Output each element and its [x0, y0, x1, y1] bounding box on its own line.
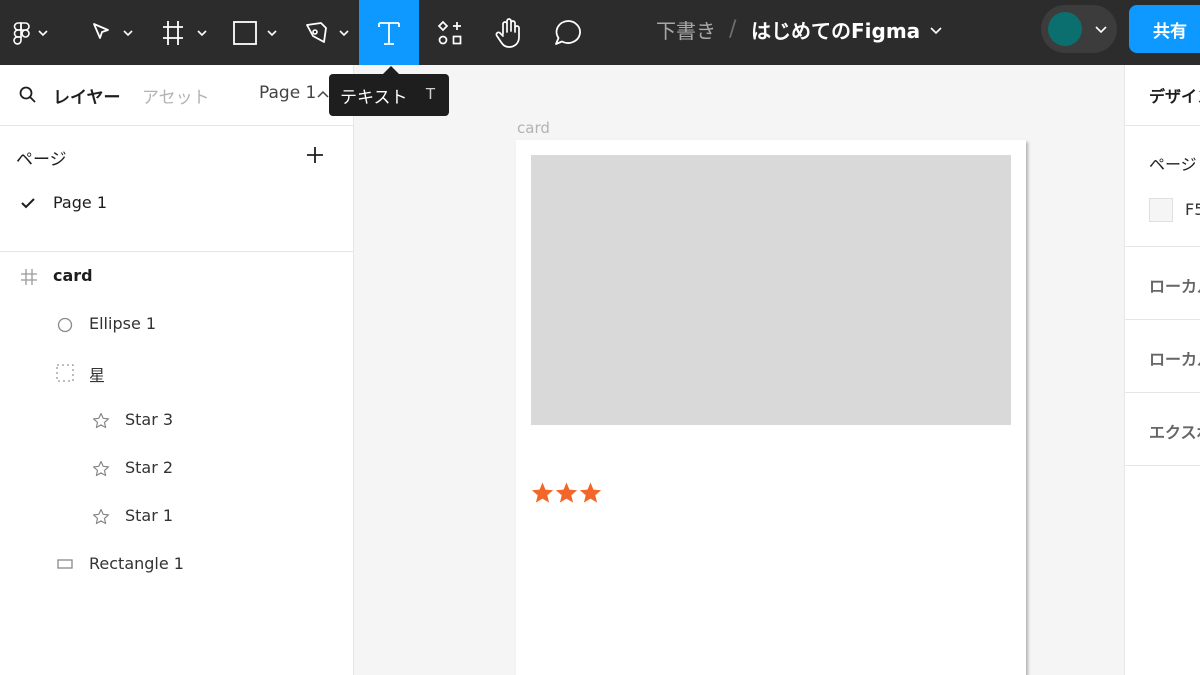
text-icon	[378, 21, 400, 45]
hand-tool-button[interactable]	[488, 0, 530, 65]
tooltip: テキスト T	[329, 66, 449, 116]
layer-row-card[interactable]: card	[0, 256, 353, 296]
page-selector[interactable]: Page 1	[259, 83, 316, 103]
share-button[interactable]: 共有	[1129, 5, 1200, 53]
components-icon	[437, 20, 462, 44]
star-icon[interactable]	[555, 482, 578, 504]
hand-icon	[495, 17, 520, 48]
breadcrumb-separator: /	[729, 16, 737, 42]
local-styles-label[interactable]: ローカルスタイル	[1149, 346, 1200, 370]
rectangle-icon	[57, 559, 73, 569]
chevron-down-icon	[1095, 26, 1107, 34]
star-icon[interactable]	[531, 482, 554, 504]
layer-name: Ellipse 1	[89, 314, 157, 333]
pen-icon	[306, 21, 349, 43]
canvas[interactable]: card	[354, 65, 1124, 675]
page-item-label: Page 1	[53, 193, 107, 212]
star-icon	[93, 460, 109, 477]
chevron-up-icon[interactable]	[316, 88, 330, 102]
export-label[interactable]: エクスポート	[1149, 419, 1200, 443]
tab-layers[interactable]: レイヤー	[53, 83, 121, 108]
layer-row-star[interactable]: Star 2	[0, 448, 353, 488]
ellipse-icon	[57, 317, 73, 333]
check-icon	[21, 198, 35, 209]
layer-row-rectangle[interactable]: Rectangle 1	[0, 544, 353, 584]
user-menu-button[interactable]	[1041, 5, 1117, 53]
file-menu-chevron-icon[interactable]	[928, 22, 944, 38]
star-icon[interactable]	[579, 482, 602, 504]
layer-name: 星	[89, 366, 106, 385]
page-bg-color-swatch[interactable]	[1149, 198, 1173, 222]
tooltip-label: テキスト	[340, 87, 408, 108]
image-placeholder-rectangle[interactable]	[531, 155, 1011, 425]
layer-name: Star 3	[125, 410, 174, 429]
figma-logo-icon	[13, 21, 48, 45]
group-icon	[56, 364, 74, 382]
layer-row-group[interactable]: 星	[0, 352, 353, 392]
layer-name: Star 1	[125, 506, 174, 525]
add-page-icon[interactable]	[305, 145, 325, 165]
resources-button[interactable]	[430, 0, 470, 65]
page-section-heading: ページ	[1149, 155, 1197, 174]
divider	[0, 251, 353, 252]
tooltip-shortcut: T	[425, 85, 435, 103]
search-icon[interactable]	[18, 85, 38, 105]
main-menu-button[interactable]	[0, 0, 62, 65]
page-section	[1125, 126, 1200, 247]
tab-assets[interactable]: アセット	[142, 83, 210, 108]
breadcrumb-drafts[interactable]: 下書き	[656, 0, 716, 58]
frame-label[interactable]: card	[517, 119, 550, 137]
layer-name: Rectangle 1	[89, 554, 184, 573]
right-panel: デザイン ページ F5F5F5 ローカル変数 ローカルスタイル エクスポート	[1124, 65, 1200, 675]
star-icon	[93, 412, 109, 429]
left-panel: レイヤー アセット Page 1 ページ Page 1 card Ellipse…	[0, 65, 354, 675]
toolbar: 下書き / はじめてのFigma 共有	[0, 0, 1200, 65]
star-icon	[93, 508, 109, 525]
layer-name: card	[53, 266, 93, 285]
layer-row-star[interactable]: Star 3	[0, 400, 353, 440]
pages-heading: ページ	[16, 150, 67, 170]
frame-icon	[21, 269, 37, 285]
move-tool-button[interactable]	[84, 0, 140, 65]
shape-tool-button[interactable]	[228, 0, 284, 65]
page-item[interactable]: Page 1	[0, 189, 353, 219]
local-variables-label[interactable]: ローカル変数	[1149, 273, 1200, 297]
text-tool-button[interactable]	[359, 0, 419, 65]
left-panel-tabs: レイヤー アセット Page 1	[0, 65, 353, 126]
frame-tool-button[interactable]	[158, 0, 214, 65]
card-frame[interactable]	[516, 140, 1026, 675]
frame-icon	[163, 20, 207, 45]
layer-name: Star 2	[125, 458, 174, 477]
avatar	[1048, 12, 1082, 46]
comment-icon	[555, 19, 581, 45]
pen-tool-button[interactable]	[300, 0, 356, 65]
file-name[interactable]: はじめてのFigma	[751, 0, 920, 58]
layer-row-star[interactable]: Star 1	[0, 496, 353, 536]
rectangle-shape-icon	[233, 20, 277, 45]
star-group[interactable]	[531, 482, 602, 504]
cursor-icon	[93, 22, 133, 39]
layer-row-ellipse[interactable]: Ellipse 1	[0, 304, 353, 344]
tab-design[interactable]: デザイン	[1149, 83, 1200, 107]
page-bg-hex-input[interactable]: F5F5F5	[1185, 200, 1200, 219]
comment-tool-button[interactable]	[548, 0, 588, 65]
